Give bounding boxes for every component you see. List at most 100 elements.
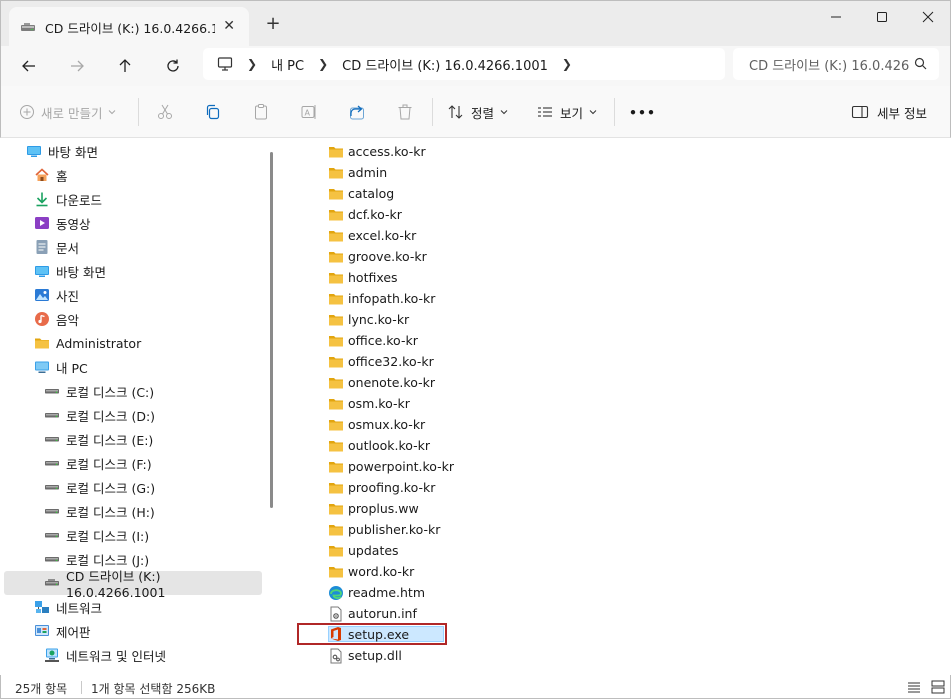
file-item[interactable]: autorun.inf	[328, 603, 417, 624]
folder-item[interactable]: onenote.ko-kr	[328, 372, 435, 393]
back-button[interactable]	[17, 54, 41, 78]
search-input[interactable]: CD 드라이브 (K:) 16.0.4266.1001 검색	[733, 48, 939, 80]
file-name: proofing.ko-kr	[348, 480, 436, 495]
sidebar-item[interactable]: CD 드라이브 (K:) 16.0.4266.1001	[4, 569, 262, 600]
folder-item[interactable]: access.ko-kr	[328, 141, 426, 162]
sidebar-item-label: 제어판	[56, 624, 91, 640]
tab-title: CD 드라이브 (K:) 16.0.4266.1001	[45, 20, 215, 36]
breadcrumb-pc[interactable]: 내 PC	[271, 55, 304, 74]
nav-pane-scrollbar[interactable]	[270, 152, 273, 508]
clipboard-icon	[255, 104, 267, 120]
close-window-button[interactable]	[905, 1, 951, 33]
view-button[interactable]: 보기	[536, 100, 597, 124]
folder-item[interactable]: catalog	[328, 183, 394, 204]
sidebar-item[interactable]: 로컬 디스크 (C:)	[4, 379, 262, 403]
details-pane-icon	[851, 105, 869, 119]
folder-item[interactable]: updates	[328, 540, 399, 561]
sidebar-item[interactable]: 로컬 디스크 (D:)	[4, 403, 262, 427]
sidebar-item[interactable]: 다운로드	[4, 187, 262, 211]
close-tab-icon[interactable]: ✕	[223, 18, 235, 34]
sidebar-item[interactable]: 바탕 화면	[4, 139, 262, 163]
sidebar-item[interactable]: 제어판	[4, 619, 262, 643]
folder-item[interactable]: hotfixes	[328, 267, 398, 288]
chevron-right-icon[interactable]: ❯	[562, 57, 572, 71]
file-name: osmux.ko-kr	[348, 417, 426, 432]
folder-item[interactable]: publisher.ko-kr	[328, 519, 440, 540]
new-tab-button[interactable]: +	[263, 13, 283, 34]
folder-item[interactable]: powerpoint.ko-kr	[328, 456, 454, 477]
sidebar-item[interactable]: 로컬 디스크 (E:)	[4, 427, 262, 451]
toolbar-divider	[432, 98, 433, 126]
share-icon	[350, 105, 364, 120]
up-button[interactable]	[113, 54, 137, 78]
folder-item[interactable]: office32.ko-kr	[328, 351, 434, 372]
file-name: updates	[348, 543, 399, 558]
folder-item[interactable]: word.ko-kr	[328, 561, 414, 582]
sidebar-item[interactable]: 네트워크 및 인터넷	[4, 643, 262, 667]
folder-item[interactable]: office.ko-kr	[328, 330, 418, 351]
paste-button[interactable]	[252, 100, 270, 124]
sidebar-item[interactable]: 로컬 디스크 (G:)	[4, 475, 262, 499]
forward-button[interactable]	[65, 54, 89, 78]
refresh-button[interactable]	[161, 54, 185, 78]
folder-item[interactable]: infopath.ko-kr	[328, 288, 435, 309]
delete-button[interactable]	[396, 100, 414, 124]
sidebar-item[interactable]: 문서	[4, 235, 262, 259]
details-view-icon[interactable]	[907, 680, 921, 694]
folder-icon	[328, 186, 344, 202]
drive-icon	[44, 407, 60, 423]
sidebar-item[interactable]: 네트워크	[4, 595, 262, 619]
share-button[interactable]	[348, 100, 366, 124]
file-item[interactable]: setup.dll	[328, 645, 402, 666]
tab-current[interactable]: CD 드라이브 (K:) 16.0.4266.1001 ✕	[9, 7, 249, 47]
sidebar-item[interactable]: 로컬 디스크 (I:)	[4, 523, 262, 547]
copy-button[interactable]	[204, 100, 222, 124]
chevron-right-icon: ❯	[318, 57, 329, 71]
sidebar-item-label: 동영상	[56, 216, 91, 232]
more-options-button[interactable]: •••	[629, 100, 656, 124]
folder-item[interactable]: admin	[328, 162, 387, 183]
folder-item[interactable]: dcf.ko-kr	[328, 204, 402, 225]
sidebar-item[interactable]: 음악	[4, 307, 262, 331]
address-bar[interactable]: ❯ 내 PC ❯ CD 드라이브 (K:) 16.0.4266.1001 ❯	[203, 48, 725, 80]
rename-button[interactable]: A	[300, 100, 318, 124]
cd-drive-icon	[21, 22, 35, 31]
sidebar-item[interactable]: 동영상	[4, 211, 262, 235]
sort-button[interactable]: 정렬	[447, 100, 508, 124]
sidebar-item-label: 바탕 화면	[48, 144, 98, 160]
breadcrumb-cd-drive[interactable]: CD 드라이브 (K:) 16.0.4266.1001	[342, 55, 548, 74]
folder-item[interactable]: outlook.ko-kr	[328, 435, 430, 456]
folder-item[interactable]: proplus.ww	[328, 498, 419, 519]
new-button[interactable]: 새로 만들기	[19, 100, 116, 124]
details-pane-button[interactable]: 세부 정보	[851, 100, 927, 124]
cut-button[interactable]	[156, 100, 174, 124]
drive-icon	[44, 479, 60, 495]
file-item[interactable]: setup.exe	[297, 623, 447, 645]
new-button-label: 새로 만들기	[41, 105, 103, 121]
folder-item[interactable]: excel.ko-kr	[328, 225, 416, 246]
search-icon	[914, 57, 927, 70]
sidebar-item[interactable]: 내 PC	[4, 355, 262, 379]
folder-item[interactable]: lync.ko-kr	[328, 309, 409, 330]
trash-icon	[398, 104, 412, 120]
folder-item[interactable]: osm.ko-kr	[328, 393, 410, 414]
sidebar-item[interactable]: Administrator	[4, 331, 262, 355]
file-item[interactable]: readme.htm	[328, 582, 425, 603]
folder-item[interactable]: proofing.ko-kr	[328, 477, 435, 498]
sidebar-item[interactable]: 바탕 화면	[4, 259, 262, 283]
tiles-view-icon[interactable]	[931, 680, 945, 694]
copy-icon	[206, 104, 220, 120]
file-name: proplus.ww	[348, 501, 419, 516]
sort-button-label: 정렬	[471, 105, 495, 121]
maximize-button[interactable]	[859, 1, 905, 33]
file-name: setup.exe	[348, 626, 410, 642]
sidebar-item[interactable]: 로컬 디스크 (H:)	[4, 499, 262, 523]
folder-item[interactable]: osmux.ko-kr	[328, 414, 425, 435]
drive-icon	[44, 551, 60, 567]
minimize-button[interactable]	[813, 1, 859, 33]
folder-item[interactable]: groove.ko-kr	[328, 246, 427, 267]
sidebar-item[interactable]: 홈	[4, 163, 262, 187]
sidebar-item[interactable]: 로컬 디스크 (F:)	[4, 451, 262, 475]
sidebar-item[interactable]: 사진	[4, 283, 262, 307]
arrow-up-icon	[119, 59, 131, 72]
